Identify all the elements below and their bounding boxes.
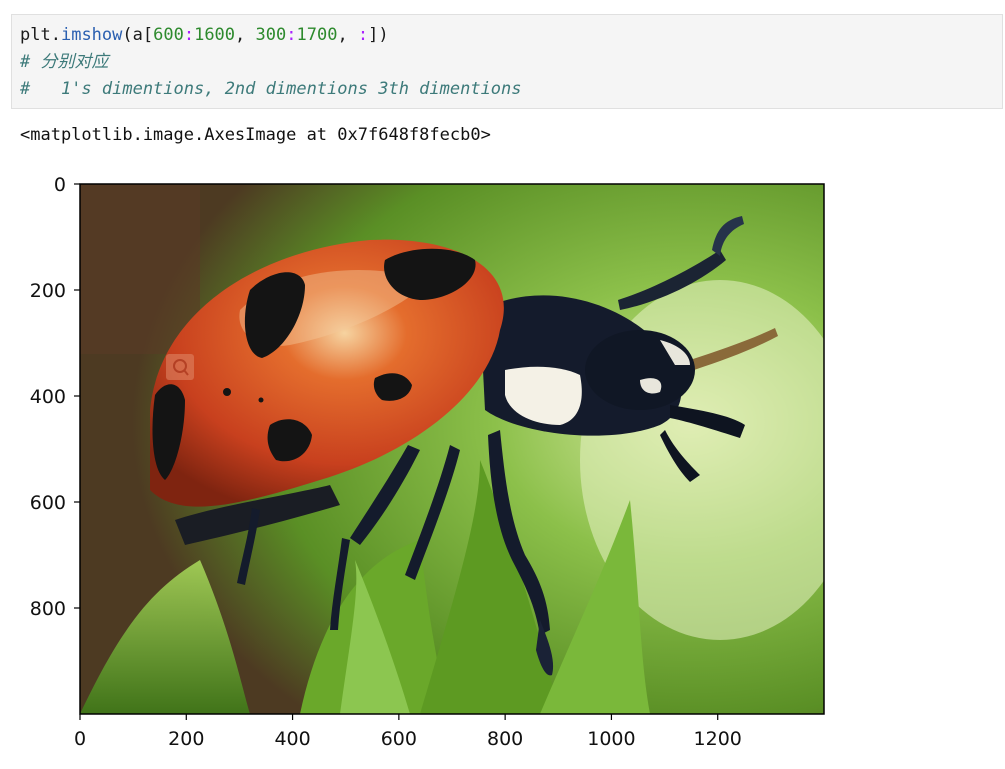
code-line-1: plt.imshow(a[600:1600, 300:1700, :]) xyxy=(20,25,389,45)
x-tick-label: 200 xyxy=(168,728,204,750)
x-tick-label: 800 xyxy=(487,728,523,750)
y-tick-label: 600 xyxy=(30,492,66,514)
y-tick-label: 200 xyxy=(30,280,66,302)
x-tick-label: 0 xyxy=(74,728,86,750)
code-line-3: # 1's dimentions, 2nd dimentions 3th dim… xyxy=(20,79,522,99)
image-area xyxy=(80,184,824,714)
x-tick-label: 400 xyxy=(274,728,310,750)
y-tick-label: 800 xyxy=(30,598,66,620)
zoom-overlay-icon xyxy=(166,354,194,380)
code-line-2: # 分别对应 xyxy=(20,52,109,72)
y-axis: 0 200 400 600 800 xyxy=(30,174,80,620)
x-tick-label: 1200 xyxy=(694,728,742,750)
code-cell[interactable]: plt.imshow(a[600:1600, 300:1700, :]) # 分… xyxy=(11,14,1003,109)
x-tick-label: 1000 xyxy=(587,728,635,750)
y-tick-label: 400 xyxy=(30,386,66,408)
y-tick-label: 0 xyxy=(54,174,66,196)
image-figure: 0 200 400 600 800 1000 1200 0 200 400 600 800 xyxy=(30,174,825,750)
x-tick-label: 600 xyxy=(381,728,417,750)
output-text: <matplotlib.image.AxesImage at 0x7f648f8… xyxy=(20,125,491,145)
x-axis: 0 200 400 600 800 1000 1200 xyxy=(74,714,742,750)
